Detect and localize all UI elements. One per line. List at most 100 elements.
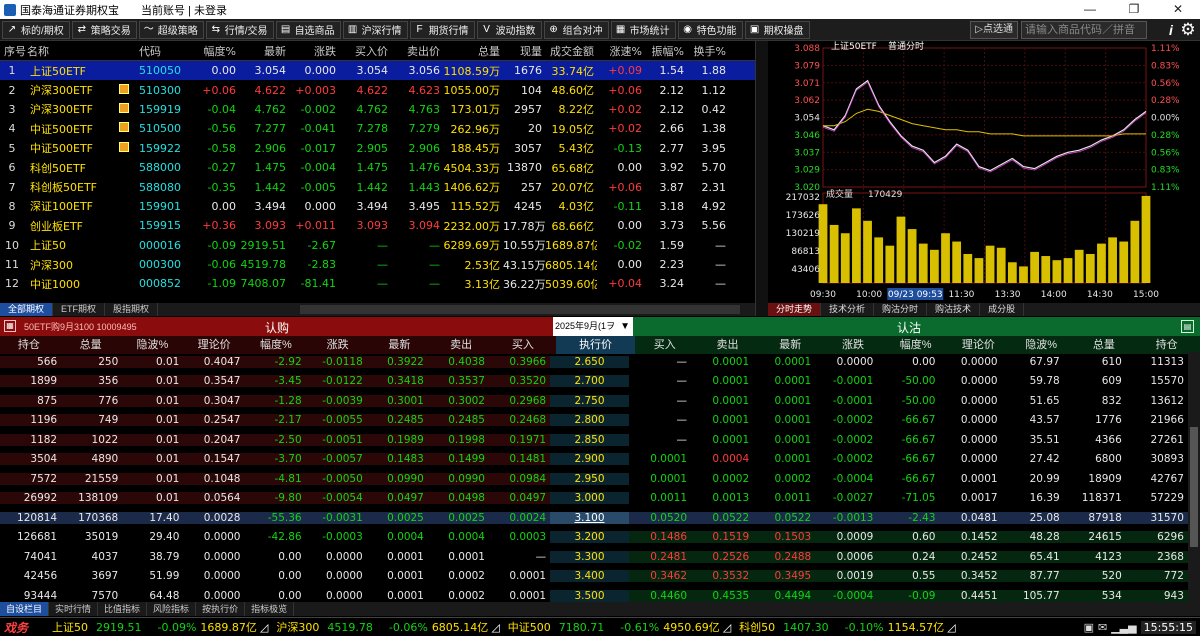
minimize-button[interactable]: — — [1068, 0, 1112, 19]
maximize-button[interactable]: ❐ — [1112, 0, 1156, 19]
quote-col-header[interactable]: 成交金额 — [545, 43, 597, 59]
quote-row[interactable]: 1 上证50ETF 510050 0.00 3.054 0.000 3.054 3.056 11… — [0, 61, 755, 81]
toolbar-button-8[interactable]: ⊕ 组合对冲 — [543, 20, 609, 39]
bottom-tab-5[interactable]: 指标极览 — [245, 602, 295, 616]
option-row[interactable]: 120814 170368 17.40 0.0028 -55.36 -0.0031 0.00… — [0, 508, 1188, 528]
index-name[interactable]: 上证50 — [52, 619, 88, 635]
strike-cell[interactable]: 3.500 — [550, 589, 629, 602]
strike-cell[interactable]: 2.700 — [550, 375, 629, 388]
toolbar-button-3[interactable]: ⇆ 行情/交易 — [205, 20, 274, 39]
quote-tab-1[interactable]: ETF期权 — [53, 303, 106, 316]
option-row[interactable]: 126681 35019 29.40 0.0000 -42.86 -0.0003 0.000… — [0, 528, 1188, 548]
option-row[interactable]: 566 250 0.01 0.4047 -2.92 -0.0118 0.3922 0.4038… — [0, 352, 1188, 372]
toolbar-button-0[interactable]: ↗ 标的/期权 — [2, 20, 70, 39]
quote-col-header[interactable]: 买入价 — [339, 43, 391, 59]
option-row[interactable]: 3504 4890 0.01 0.1547 -3.70 -0.0057 0.1483 0.14… — [0, 450, 1188, 470]
index-name[interactable]: 科创50 — [739, 619, 775, 635]
scroll-thumb[interactable] — [1190, 427, 1198, 547]
window-icon[interactable]: ▣ — [1084, 621, 1094, 634]
index-name[interactable]: 中证500 — [508, 619, 551, 635]
calculator-icon[interactable]: ▤ — [1181, 320, 1194, 333]
vertical-scrollbar[interactable] — [1188, 352, 1200, 602]
strike-cell[interactable]: 3.100 — [550, 511, 629, 524]
quote-col-header[interactable]: 现量 — [503, 43, 545, 59]
quote-tab-2[interactable]: 股指期权 — [105, 303, 159, 316]
bottom-tab-1[interactable]: 实时行情 — [49, 602, 99, 616]
chart-tab-2[interactable]: 购沽分时 — [874, 303, 928, 316]
strike-cell[interactable]: 2.850 — [550, 433, 629, 446]
quote-row[interactable]: 5 中证500ETF 159922 -0.58 2.906 -0.017 2.905 2.90… — [0, 139, 755, 158]
quote-col-header[interactable]: 涨速% — [597, 43, 645, 59]
index-name[interactable]: 沪深300 — [276, 619, 319, 635]
option-row[interactable]: 875 776 0.01 0.3047 -1.28 -0.0039 0.3001 0.3002… — [0, 391, 1188, 411]
toolbar-button-5[interactable]: ▥ 沪深行情 — [342, 20, 408, 39]
toolbar-button-1[interactable]: ⇄ 策略交易 — [71, 20, 137, 39]
toolbar-button-10[interactable]: ◉ 特色功能 — [677, 20, 743, 39]
toolbar-button-4[interactable]: ▤ 自选商品 — [275, 20, 341, 39]
month-select[interactable]: 2025年9月(1ヲ ▼ — [553, 317, 633, 336]
strike-cell[interactable]: 2.800 — [550, 414, 629, 427]
option-row[interactable]: 7572 21559 0.01 0.1048 -4.81 -0.0050 0.0990 0.0… — [0, 469, 1188, 489]
option-row[interactable]: 74041 4037 38.79 0.0000 0.00 0.0000 0.0001 0.00… — [0, 547, 1188, 567]
option-row[interactable]: 26992 138109 0.01 0.0564 -9.80 -0.0054 0.0497 0… — [0, 489, 1188, 509]
quote-col-header[interactable]: 最新 — [239, 43, 289, 59]
option-row[interactable]: 1182 1022 0.01 0.2047 -2.50 -0.0051 0.1989 0.19… — [0, 430, 1188, 450]
mail-icon[interactable]: ✉ — [1098, 621, 1107, 634]
quote-row[interactable]: 9 创业板ETF 159915 +0.36 3.093 +0.011 3.093 3.094 2… — [0, 216, 755, 235]
quote-row[interactable]: 7 科创板50ETF 588080 -0.35 1.442 -0.005 1.442 1.44… — [0, 177, 755, 196]
quote-tab-0[interactable]: 全部期权 — [0, 303, 54, 316]
strike-cell[interactable]: 2.750 — [550, 394, 629, 407]
quote-row[interactable]: 11 沪深300 000300 -0.06 4519.78 -2.83 — — 2.53亿 43.… — [0, 255, 755, 274]
quote-col-header[interactable]: 涨跌 — [289, 43, 339, 59]
quote-row[interactable]: 4 中证500ETF 510500 -0.56 7.277 -0.041 7.278 7.27… — [0, 119, 755, 138]
bottom-tab-2[interactable]: 比值指标 — [98, 602, 148, 616]
chart-tab-3[interactable]: 购沽技术 — [927, 303, 981, 316]
quote-col-header[interactable]: 代码 — [139, 43, 184, 59]
quote-row[interactable]: 10 上证50 000016 -0.09 2919.51 -2.67— —6289.69万 1… — [0, 236, 755, 255]
quote-row[interactable]: 12 中证1000 000852 -1.09 7408.07 -81.41— —3.13亿 3… — [0, 274, 755, 293]
horizontal-scrollbar[interactable] — [300, 305, 740, 314]
strike-cell[interactable]: 2.900 — [550, 453, 629, 466]
quote-row[interactable]: 6 科创50ETF 588000 -0.27 1.475 -0.004 1.475 1.476… — [0, 158, 755, 177]
chart-tab-4[interactable]: 成分股 — [980, 303, 1025, 316]
strike-cell[interactable]: 2.650 — [550, 355, 629, 368]
strike-cell[interactable]: 3.300 — [550, 550, 629, 563]
bottom-tab-4[interactable]: 按执行价 — [196, 602, 246, 616]
toolbar-button-6[interactable]: F 期货行情 — [409, 20, 475, 39]
strike-cell[interactable]: 3.200 — [550, 531, 629, 544]
option-row[interactable]: 42456 3697 51.99 0.0000 0.00 0.0000 0.0001 0.00… — [0, 567, 1188, 587]
quote-col-header[interactable]: 振幅% — [645, 43, 687, 59]
option-row[interactable]: 1196 749 0.01 0.2547 -2.17 -0.0055 0.2485 0.248… — [0, 411, 1188, 431]
chart-tab-0[interactable]: 分时走势 — [768, 303, 822, 316]
grid-icon[interactable]: ▦ — [4, 320, 16, 332]
intraday-chart[interactable]: 3.088 1.11% 3.079 0.83% 3.071 0.56% 3.062 0.28%… — [768, 41, 1200, 303]
quote-row[interactable]: 8 深证100ETF 159901 0.00 3.494 0.000 3.494 3.495 1… — [0, 197, 755, 216]
option-row[interactable]: 1899 356 0.01 0.3547 -3.45 -0.0122 0.3418 0.353… — [0, 372, 1188, 392]
quote-row[interactable]: 3 沪深300ETF 159919 -0.04 4.762 -0.002 4.762 4.76… — [0, 100, 755, 119]
quote-col-header[interactable]: 卖出价 — [391, 43, 443, 59]
strike-cell[interactable]: 3.000 — [550, 492, 629, 505]
strike-cell[interactable]: 2.950 — [550, 472, 629, 485]
signal-icon[interactable]: ▁▃▅ — [1111, 621, 1136, 634]
gear-icon[interactable]: ⚙ — [1179, 20, 1197, 40]
quote-col-header[interactable]: 序号 — [0, 43, 27, 59]
quote-col-header[interactable]: 换手% — [687, 43, 729, 59]
strike-cell[interactable]: 3.400 — [550, 570, 629, 583]
toolbar-button-11[interactable]: ▣ 期权操盘 — [744, 20, 810, 39]
chart-tab-1[interactable]: 技术分析 — [821, 303, 875, 316]
toolbar-button-9[interactable]: ▦ 市场统计 — [610, 20, 676, 39]
quote-col-header[interactable]: 总量 — [443, 43, 503, 59]
toolbar-button-7[interactable]: V 波动指数 — [476, 20, 542, 39]
bottom-tab-0[interactable]: 自设栏目 — [0, 602, 50, 616]
search-input[interactable]: 请输入商品代码／拼音 — [1021, 21, 1147, 39]
option-row[interactable]: 93444 7570 64.48 0.0000 0.00 0.0000 0.0001 0.00… — [0, 586, 1188, 602]
bottom-tab-3[interactable]: 风险指标 — [147, 602, 197, 616]
info-icon[interactable]: i — [1164, 21, 1178, 39]
quote-row[interactable]: 2 沪深300ETF 510300 +0.06 4.622 +0.003 4.622 4.62… — [0, 80, 755, 99]
quote-cell: 3.093 — [254, 219, 287, 233]
toolbar-button-2[interactable]: 〜超级策略 — [138, 20, 204, 39]
quote-col-header[interactable]: 名称 — [27, 43, 112, 59]
close-button[interactable]: ✕ — [1156, 0, 1200, 19]
send-point-button[interactable]: ▷点选通 — [970, 21, 1018, 39]
quote-col-header[interactable]: 幅度% — [184, 43, 239, 59]
